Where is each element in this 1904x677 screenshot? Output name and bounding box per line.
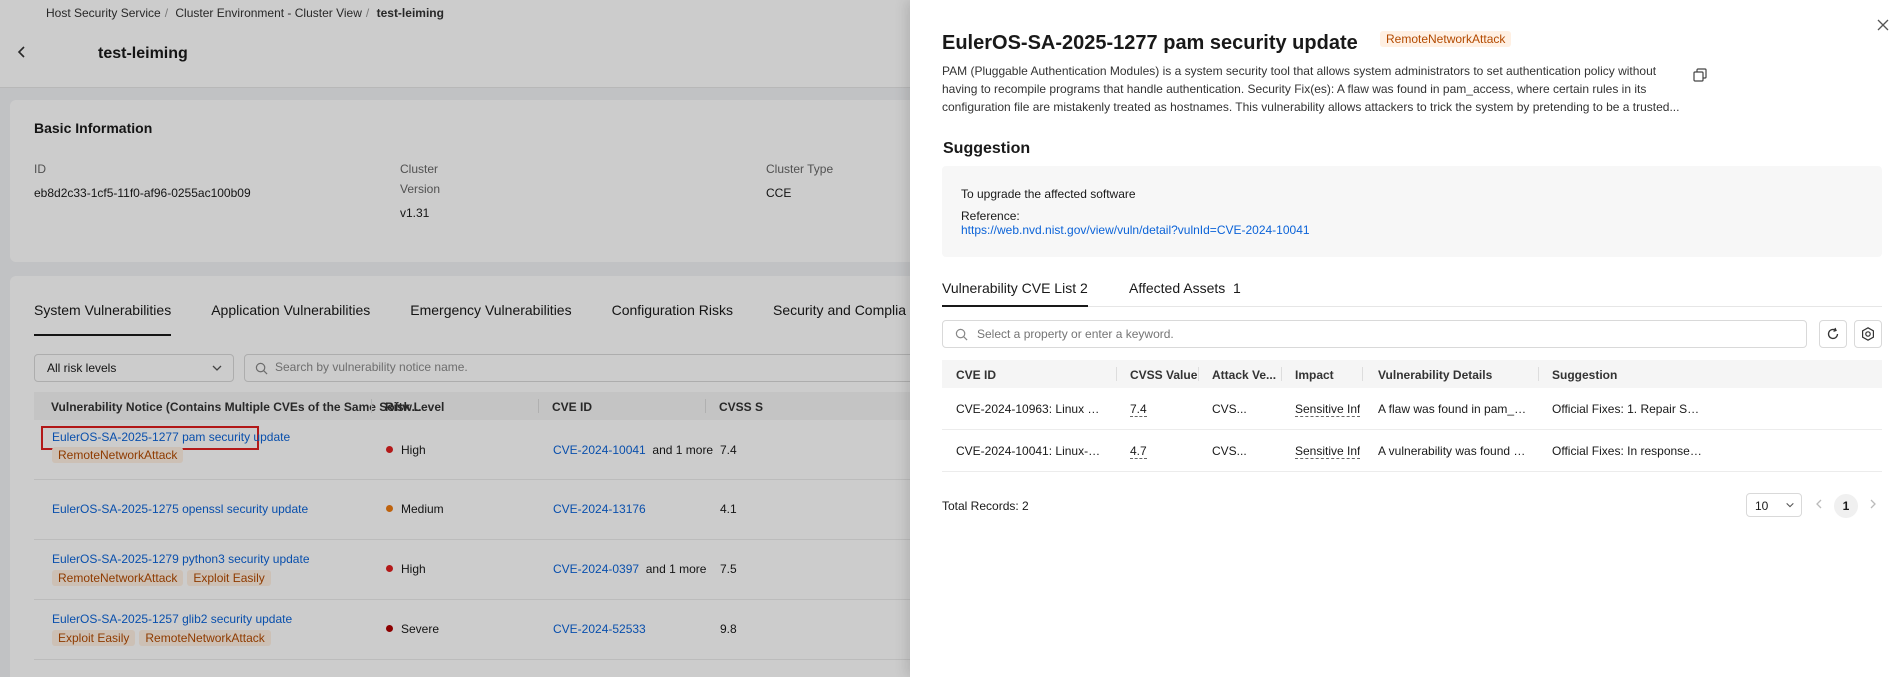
impact-cell[interactable]: Sensitive Inf bbox=[1295, 402, 1361, 417]
vulnerability-description: PAM (Pluggable Authentication Modules) i… bbox=[942, 64, 1680, 114]
suggestion-text: To upgrade the affected software bbox=[961, 187, 1136, 201]
column-header-attack-vector: Attack Ve... bbox=[1212, 368, 1277, 382]
tab-affected-assets[interactable]: Affected Assets 1 bbox=[1129, 280, 1241, 307]
total-records: Total Records: 2 bbox=[942, 499, 1029, 513]
vulnerability-details-cell: A flaw was found in pam_acce... bbox=[1378, 402, 1528, 416]
gear-icon bbox=[1862, 327, 1874, 341]
impact-cell[interactable]: Sensitive Inf bbox=[1295, 444, 1361, 459]
column-header-vulnerability-details: Vulnerability Details bbox=[1378, 368, 1493, 382]
chevron-left-icon[interactable] bbox=[1812, 497, 1826, 511]
drawer-tabs: Vulnerability CVE List 2 Affected Assets… bbox=[942, 280, 1882, 307]
tab-vulnerability-cve-list[interactable]: Vulnerability CVE List 2 bbox=[942, 280, 1088, 307]
column-header-cvss-value: CVSS Value bbox=[1130, 368, 1198, 382]
column-header-suggestion: Suggestion bbox=[1552, 368, 1618, 382]
chevron-down-icon bbox=[1786, 502, 1794, 508]
search-icon bbox=[955, 328, 968, 341]
suggestion-title: Suggestion bbox=[943, 140, 1031, 157]
vulnerability-detail-drawer: EulerOS-SA-2025-1277 pam security update… bbox=[910, 0, 1904, 677]
cve-search-box bbox=[942, 320, 1807, 348]
settings-button[interactable] bbox=[1854, 320, 1882, 348]
suggestion-cell: Official Fixes: In response to th... bbox=[1552, 444, 1702, 458]
suggestion-box: To upgrade the affected software Referen… bbox=[942, 166, 1882, 257]
cve-id-cell: CVE-2024-10963: Linux Pam_... bbox=[956, 402, 1102, 416]
column-header-cve-id: CVE ID bbox=[956, 368, 997, 382]
copy-icon[interactable] bbox=[1693, 68, 1707, 82]
reference-link[interactable]: https://web.nvd.nist.gov/view/vuln/detai… bbox=[961, 223, 1310, 237]
page-size-select[interactable]: 10 bbox=[1746, 493, 1802, 517]
attack-vector-cell: CVS... bbox=[1212, 402, 1247, 416]
chevron-right-icon[interactable] bbox=[1866, 497, 1880, 511]
cvss-value[interactable]: 7.4 bbox=[1130, 402, 1147, 417]
page-size-value: 10 bbox=[1755, 499, 1769, 513]
close-icon[interactable] bbox=[1876, 18, 1890, 32]
page-number-current[interactable]: 1 bbox=[1834, 494, 1858, 518]
column-header-impact: Impact bbox=[1295, 368, 1334, 382]
cve-search-input[interactable] bbox=[977, 327, 1777, 341]
drawer-title-tag: RemoteNetworkAttack bbox=[1380, 31, 1512, 47]
refresh-icon bbox=[1827, 327, 1839, 340]
cvss-value[interactable]: 4.7 bbox=[1130, 444, 1147, 459]
suggestion-cell: Official Fixes: 1. Repair Steps:... bbox=[1552, 402, 1702, 416]
table-row: CVE-2024-10963: Linux Pam_... 7.4 CVS...… bbox=[942, 388, 1882, 430]
table-row: CVE-2024-10041: Linux-Pam ... 4.7 CVS...… bbox=[942, 430, 1882, 472]
reference-label: Reference: bbox=[961, 209, 1020, 223]
refresh-button[interactable] bbox=[1819, 320, 1847, 348]
cve-table: CVE ID CVSS Value Attack Ve... Impact Vu… bbox=[942, 360, 1882, 472]
cve-table-header: CVE ID CVSS Value Attack Ve... Impact Vu… bbox=[942, 360, 1882, 388]
drawer-title: EulerOS-SA-2025-1277 pam security update bbox=[942, 32, 1358, 54]
vulnerability-details-cell: A vulnerability was found in PA... bbox=[1378, 444, 1528, 458]
attack-vector-cell: CVS... bbox=[1212, 444, 1247, 458]
cve-id-cell: CVE-2024-10041: Linux-Pam ... bbox=[956, 444, 1102, 458]
